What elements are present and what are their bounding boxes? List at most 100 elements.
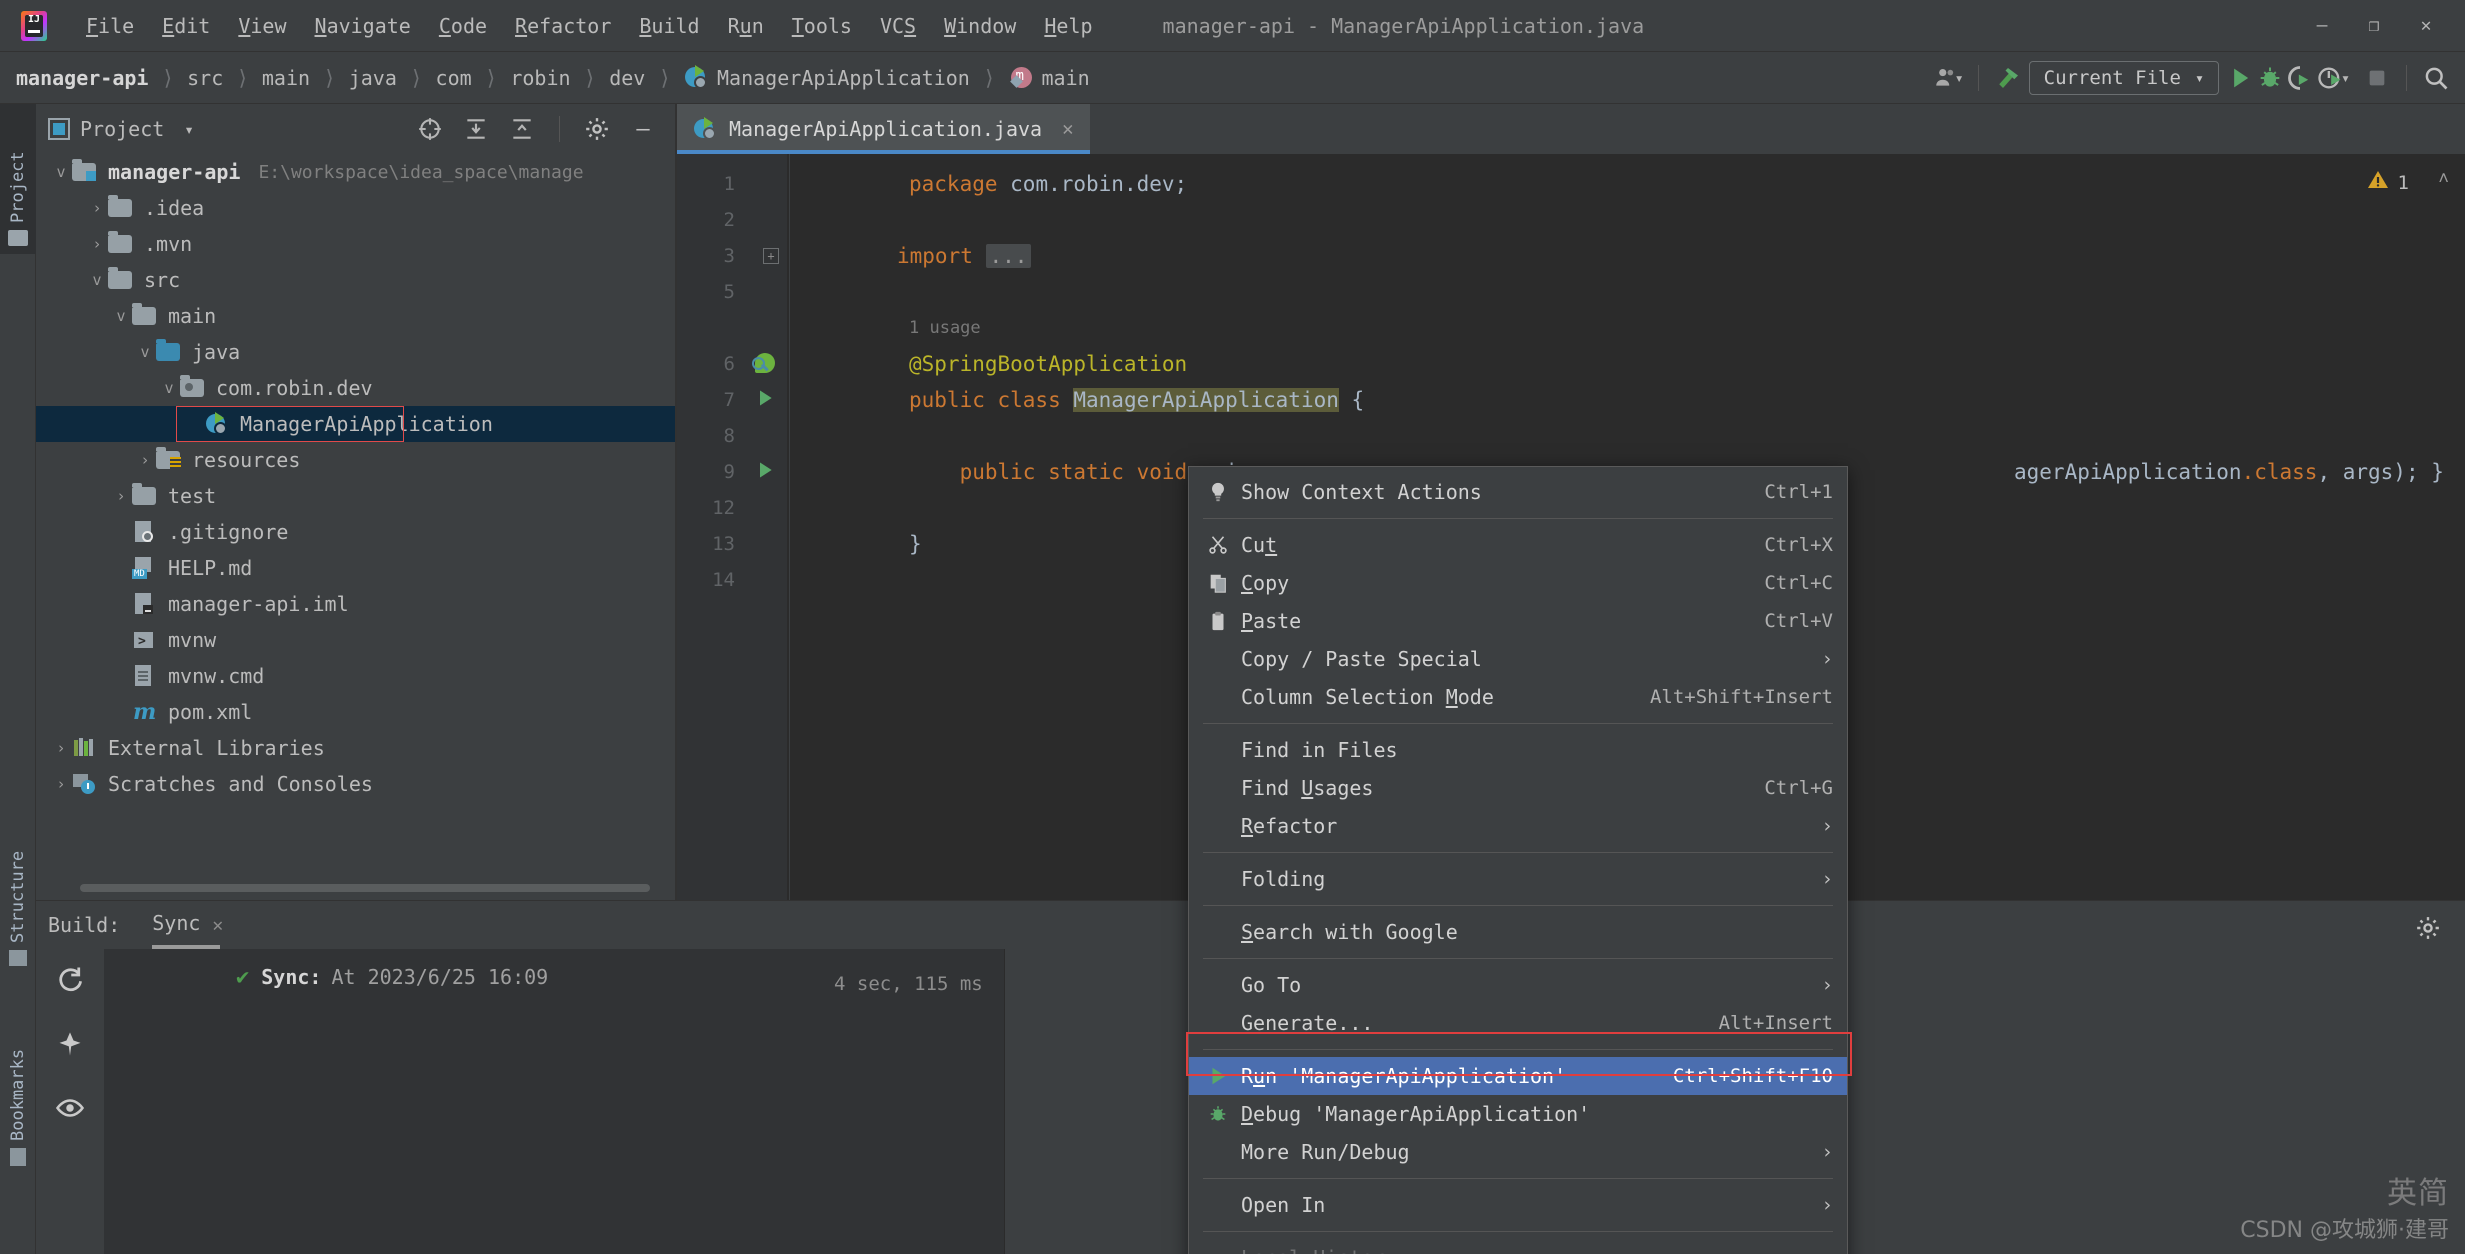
run-gutter-icon[interactable] bbox=[755, 460, 775, 484]
menu-help[interactable]: Help bbox=[1030, 10, 1106, 42]
menu-view[interactable]: View bbox=[224, 10, 300, 42]
tree-row-iml[interactable]: . manager-api.iml bbox=[36, 586, 676, 622]
tree-row-manager-api[interactable]: v manager-api E:\workspace\idea_space\ma… bbox=[36, 154, 676, 190]
menu-build[interactable]: Build bbox=[625, 10, 713, 42]
tree-row-help-md[interactable]: . MD HELP.md bbox=[36, 550, 676, 586]
menu-item-generate[interactable]: Generate... Alt+Insert bbox=[1189, 1004, 1847, 1042]
chevron-down-icon[interactable]: v bbox=[158, 379, 180, 397]
project-dropdown-caret-icon[interactable]: ▾ bbox=[184, 120, 194, 139]
expand-all-icon[interactable] bbox=[461, 114, 491, 144]
breadcrumb-item-dev[interactable]: dev bbox=[609, 66, 645, 90]
menu-window[interactable]: Window bbox=[930, 10, 1030, 42]
menu-edit[interactable]: Edit bbox=[148, 10, 224, 42]
breadcrumb-item-main[interactable]: main bbox=[262, 66, 310, 90]
menu-code[interactable]: Code bbox=[425, 10, 501, 42]
build-tab-sync[interactable]: Sync bbox=[152, 911, 221, 949]
usage-hint-label[interactable]: 1 usage bbox=[909, 318, 981, 338]
run-play-icon[interactable] bbox=[2225, 63, 2255, 93]
menu-file[interactable]: File bbox=[72, 10, 148, 42]
spring-bean-icon[interactable] bbox=[751, 351, 777, 377]
sidebar-item-bookmarks[interactable]: Bookmarks bbox=[0, 984, 36, 1174]
breadcrumb-item-src[interactable]: src bbox=[187, 66, 223, 90]
tree-row-pom-xml[interactable]: . m pom.xml bbox=[36, 694, 676, 730]
menu-item-find-in-files[interactable]: Find in Files bbox=[1189, 731, 1847, 769]
tree-row-idea[interactable]: › .idea bbox=[36, 190, 676, 226]
run-gutter-icon[interactable] bbox=[755, 388, 775, 412]
project-tree[interactable]: v manager-api E:\workspace\idea_space\ma… bbox=[36, 154, 676, 872]
menu-item-copy-paste-special[interactable]: Copy / Paste Special › bbox=[1189, 640, 1847, 678]
chevron-right-icon[interactable]: › bbox=[134, 451, 156, 469]
chevron-right-icon[interactable]: › bbox=[50, 775, 72, 793]
breadcrumb-item-manager-api[interactable]: manager-api bbox=[16, 66, 148, 90]
menu-item-column-selection-mode[interactable]: Column Selection Mode Alt+Shift+Insert bbox=[1189, 678, 1847, 716]
select-opened-file-icon[interactable] bbox=[415, 114, 445, 144]
collapse-all-icon[interactable] bbox=[507, 114, 537, 144]
tree-row-test[interactable]: › test bbox=[36, 478, 676, 514]
menu-item-refactor[interactable]: Refactor › bbox=[1189, 807, 1847, 845]
menu-item-run-manager-api-application[interactable]: Run 'ManagerApiApplication' Ctrl+Shift+F… bbox=[1189, 1057, 1847, 1095]
settings-gear-icon[interactable] bbox=[582, 114, 612, 144]
menu-tools[interactable]: Tools bbox=[778, 10, 866, 42]
run-configuration-selector[interactable]: Current File ▾ bbox=[2028, 61, 2219, 95]
tree-row-src[interactable]: v src bbox=[36, 262, 676, 298]
menu-vcs[interactable]: VCS bbox=[866, 10, 930, 42]
menu-item-go-to[interactable]: Go To › bbox=[1189, 966, 1847, 1004]
inspection-warning-badge[interactable]: 1 bbox=[2366, 168, 2409, 197]
gear-icon[interactable] bbox=[2413, 913, 2443, 943]
tree-row-mvnw-cmd[interactable]: . mvnw.cmd bbox=[36, 658, 676, 694]
tree-row-manager-api-application[interactable]: . ManagerApiApplication bbox=[36, 406, 676, 442]
fold-expand-icon[interactable]: + bbox=[763, 248, 779, 264]
project-horizontal-scrollbar[interactable] bbox=[80, 884, 650, 892]
chevron-right-icon[interactable]: › bbox=[110, 487, 132, 505]
breadcrumb-item-com[interactable]: com bbox=[436, 66, 472, 90]
menu-item-local-history[interactable]: Local History › bbox=[1189, 1239, 1847, 1254]
editor-context-menu[interactable]: Show Context Actions Ctrl+1 Cut Ctrl+X C… bbox=[1188, 466, 1848, 1254]
editor-tab-manager-api-application[interactable]: ManagerApiApplication.java ✕ bbox=[677, 104, 1090, 154]
tree-row-java[interactable]: v java bbox=[36, 334, 676, 370]
chevron-right-icon[interactable]: › bbox=[86, 199, 108, 217]
chevron-right-icon[interactable]: › bbox=[86, 235, 108, 253]
chevron-down-icon[interactable]: v bbox=[50, 163, 72, 181]
collapsed-imports-fold[interactable]: ... bbox=[985, 244, 1032, 268]
menu-item-folding[interactable]: Folding › bbox=[1189, 860, 1847, 898]
tree-row-resources[interactable]: › resources bbox=[36, 442, 676, 478]
tree-row-external-libraries[interactable]: › External Libraries bbox=[36, 730, 676, 766]
menu-item-more-run-debug[interactable]: More Run/Debug › bbox=[1189, 1133, 1847, 1171]
chevron-down-icon[interactable]: v bbox=[86, 271, 108, 289]
menu-item-copy[interactable]: Copy Ctrl+C bbox=[1189, 564, 1847, 602]
menu-item-open-in[interactable]: Open In › bbox=[1189, 1186, 1847, 1224]
tree-row-scratches-and-consoles[interactable]: › Scratches and Consoles bbox=[36, 766, 676, 802]
debug-bug-icon[interactable] bbox=[2255, 63, 2285, 93]
eye-icon[interactable] bbox=[55, 1093, 85, 1123]
tree-row-gitignore[interactable]: . .gitignore bbox=[36, 514, 676, 550]
minimize-button[interactable]: — bbox=[2311, 17, 2333, 35]
account-caret-icon[interactable]: ▾ bbox=[1955, 69, 1964, 87]
tree-row-mvnw[interactable]: . > mvnw bbox=[36, 622, 676, 658]
pin-icon[interactable] bbox=[55, 1029, 85, 1059]
sidebar-item-structure[interactable]: Structure bbox=[0, 804, 36, 974]
hammer-icon[interactable] bbox=[1993, 63, 2023, 93]
chevron-up-icon[interactable]: ˄ bbox=[2438, 168, 2449, 190]
menu-item-search-with-google[interactable]: Search with Google bbox=[1189, 913, 1847, 951]
chevron-right-icon[interactable]: › bbox=[50, 739, 72, 757]
menu-navigate[interactable]: Navigate bbox=[301, 10, 425, 42]
breadcrumb-item-robin[interactable]: robin bbox=[510, 66, 570, 90]
menu-run[interactable]: Run bbox=[714, 10, 778, 42]
menu-refactor[interactable]: Refactor bbox=[501, 10, 625, 42]
close-icon[interactable]: ✕ bbox=[212, 915, 223, 936]
sidebar-item-project[interactable]: Project bbox=[0, 104, 36, 254]
run-coverage-icon[interactable] bbox=[2285, 63, 2315, 93]
menu-item-paste[interactable]: Paste Ctrl+V bbox=[1189, 602, 1847, 640]
tree-row-main[interactable]: v main bbox=[36, 298, 676, 334]
hide-panel-icon[interactable]: — bbox=[628, 114, 658, 144]
close-button[interactable]: ✕ bbox=[2415, 17, 2437, 35]
menu-item-show-context-actions[interactable]: Show Context Actions Ctrl+1 bbox=[1189, 473, 1847, 511]
chevron-down-icon[interactable]: v bbox=[134, 343, 156, 361]
tree-row-mvn[interactable]: › .mvn bbox=[36, 226, 676, 262]
breadcrumb-item-main-method[interactable]: m main bbox=[1009, 66, 1090, 90]
close-icon[interactable]: ✕ bbox=[1062, 118, 1073, 140]
menu-item-find-usages[interactable]: Find Usages Ctrl+G bbox=[1189, 769, 1847, 807]
breadcrumb-item-class[interactable]: ManagerApiApplication bbox=[684, 64, 970, 91]
stop-square-icon[interactable] bbox=[2362, 63, 2392, 93]
menu-item-debug-manager-api-application[interactable]: Debug 'ManagerApiApplication' bbox=[1189, 1095, 1847, 1133]
